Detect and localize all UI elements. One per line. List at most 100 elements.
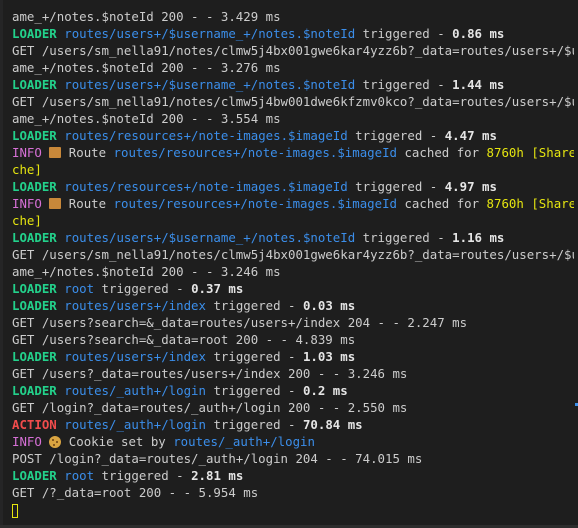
log-segment: 1.44 ms: [452, 77, 505, 92]
terminal-line: ame_+/notes.$noteId 200 - - 3.276 ms: [12, 59, 574, 76]
log-segment: INFO: [12, 434, 42, 449]
route-link[interactable]: routes/resources+/note-images.$imageId: [64, 128, 347, 143]
log-segment: [42, 434, 49, 449]
route-link[interactable]: routes/_auth+/login: [173, 434, 315, 449]
log-segment: triggered -: [205, 349, 303, 364]
log-segment: GET /users/sm_nella91/notes/clmw5j4bw001…: [12, 94, 574, 109]
log-segment: LOADER: [12, 298, 57, 313]
route-link[interactable]: root: [64, 281, 94, 296]
log-segment: 0.37 ms: [191, 281, 244, 296]
terminal-line: LOADER routes/users+/$username_+/notes.$…: [12, 229, 574, 246]
log-segment: INFO: [12, 145, 42, 160]
log-segment: LOADER: [12, 230, 57, 245]
terminal-line: LOADER routes/users+/$username_+/notes.$…: [12, 25, 574, 42]
log-segment: LOADER: [12, 179, 57, 194]
route-link[interactable]: routes/resources+/note-images.$imageId: [64, 179, 347, 194]
terminal-output: ame_+/notes.$noteId 200 - - 3.429 ms LOAD…: [12, 8, 574, 518]
log-segment: Route: [61, 196, 114, 211]
log-segment: GET /users?search=&_data=routes/users+/i…: [12, 315, 468, 330]
log-segment: cached for: [397, 196, 487, 211]
log-segment: triggered -: [205, 298, 303, 313]
route-link[interactable]: routes/_auth+/login: [64, 383, 206, 398]
log-segment: [Shared Ca: [531, 196, 574, 211]
log-segment: triggered -: [347, 179, 445, 194]
log-segment: LOADER: [12, 349, 57, 364]
terminal-line: ame_+/notes.$noteId 200 - - 3.429 ms: [12, 8, 574, 25]
log-segment: triggered -: [355, 26, 453, 41]
log-segment: LOADER: [12, 128, 57, 143]
log-segment: triggered -: [94, 468, 192, 483]
terminal-line: GET /users?search=&_data=routes/users+/i…: [12, 314, 574, 331]
terminal-line: GET /users?search=&_data=root 200 - - 4.…: [12, 331, 574, 348]
log-segment: che]: [12, 213, 42, 228]
package-icon: [49, 147, 62, 158]
terminal-line: INFO Route routes/resources+/note-images…: [12, 195, 574, 212]
log-segment: LOADER: [12, 468, 57, 483]
terminal-line: LOADER root triggered - 0.37 ms: [12, 280, 574, 297]
log-segment: 0.86 ms: [452, 26, 505, 41]
log-segment: LOADER: [12, 26, 57, 41]
log-segment: [Shared Ca: [531, 145, 574, 160]
log-segment: 8760h: [486, 145, 524, 160]
log-segment: 1.16 ms: [452, 230, 505, 245]
terminal-line: GET /users?_data=routes/users+/index 200…: [12, 365, 574, 382]
log-segment: GET /?_data=root 200 - - 5.954 ms: [12, 485, 259, 500]
log-segment: 4.47 ms: [444, 128, 497, 143]
terminal-line: GET /users/sm_nella91/notes/clmw5j4bw001…: [12, 93, 574, 110]
route-link[interactable]: root: [64, 468, 94, 483]
terminal-line: [12, 501, 574, 518]
route-link[interactable]: routes/_auth+/login: [64, 417, 206, 432]
terminal-line: LOADER routes/users+/index triggered - 0…: [12, 297, 574, 314]
terminal-line: INFO Cookie set by routes/_auth+/login: [12, 433, 574, 450]
terminal-line: GET /users/sm_nella91/notes/clmw5j4bx001…: [12, 42, 574, 59]
log-segment: ACTION: [12, 417, 57, 432]
terminal-line: POST /login?_data=routes/_auth+/login 20…: [12, 450, 574, 467]
log-segment: che]: [12, 162, 42, 177]
terminal-line: ACTION routes/_auth+/login triggered - 7…: [12, 416, 574, 433]
route-link[interactable]: routes/users+/index: [64, 298, 206, 313]
terminal-line: GET /?_data=root 200 - - 5.954 ms: [12, 484, 574, 501]
log-segment: 0.2 ms: [302, 383, 348, 398]
terminal-line: ame_+/notes.$noteId 200 - - 3.554 ms: [12, 110, 574, 127]
route-link[interactable]: routes/users+/$username_+/notes.$noteId: [64, 26, 355, 41]
log-segment: INFO: [12, 196, 42, 211]
route-link[interactable]: routes/users+/$username_+/notes.$noteId: [64, 77, 355, 92]
log-segment: 2.81 ms: [191, 468, 244, 483]
log-segment: GET /login?_data=routes/_auth+/login 200…: [12, 400, 408, 415]
log-segment: [42, 196, 49, 211]
log-segment: 4.97 ms: [444, 179, 497, 194]
log-segment: triggered -: [347, 128, 445, 143]
terminal-line: GET /login?_data=routes/_auth+/login 200…: [12, 399, 574, 416]
log-segment: LOADER: [12, 383, 57, 398]
terminal-line: ame_+/notes.$noteId 200 - - 3.246 ms: [12, 263, 574, 280]
route-link[interactable]: routes/resources+/note-images.$imageId: [114, 196, 397, 211]
log-segment: Cookie set by: [61, 434, 174, 449]
log-segment: triggered -: [355, 77, 453, 92]
log-segment: ame_+/notes.$noteId 200 - - 3.246 ms: [12, 264, 281, 279]
route-link[interactable]: routes/users+/$username_+/notes.$noteId: [64, 230, 355, 245]
package-icon: [49, 198, 62, 209]
terminal-line: LOADER routes/users+/$username_+/notes.$…: [12, 76, 574, 93]
log-segment: GET /users?_data=routes/users+/index 200…: [12, 366, 408, 381]
terminal-line: LOADER root triggered - 2.81 ms: [12, 467, 574, 484]
terminal-left-rail: [0, 0, 3, 528]
log-segment: POST /login?_data=routes/_auth+/login 20…: [12, 451, 423, 466]
log-segment: triggered -: [205, 417, 303, 432]
log-segment: LOADER: [12, 281, 57, 296]
route-link[interactable]: routes/users+/index: [64, 349, 206, 364]
log-segment: ame_+/notes.$noteId 200 - - 3.429 ms: [12, 9, 281, 24]
log-segment: ame_+/notes.$noteId 200 - - 3.276 ms: [12, 60, 281, 75]
log-segment: GET /users/sm_nella91/notes/clmw5j4bx001…: [12, 247, 574, 262]
log-segment: [42, 145, 49, 160]
route-link[interactable]: routes/resources+/note-images.$imageId: [114, 145, 397, 160]
terminal-cursor[interactable]: [12, 503, 18, 518]
cookie-icon: [49, 436, 62, 448]
log-segment: 70.84 ms: [302, 417, 363, 432]
terminal-line: che]: [12, 212, 574, 229]
log-segment: 8760h: [486, 196, 524, 211]
log-segment: 0.03 ms: [302, 298, 356, 313]
log-segment: LOADER: [12, 77, 57, 92]
log-segment: triggered -: [205, 383, 303, 398]
terminal-line: che]: [12, 161, 574, 178]
terminal-line: LOADER routes/resources+/note-images.$im…: [12, 127, 574, 144]
